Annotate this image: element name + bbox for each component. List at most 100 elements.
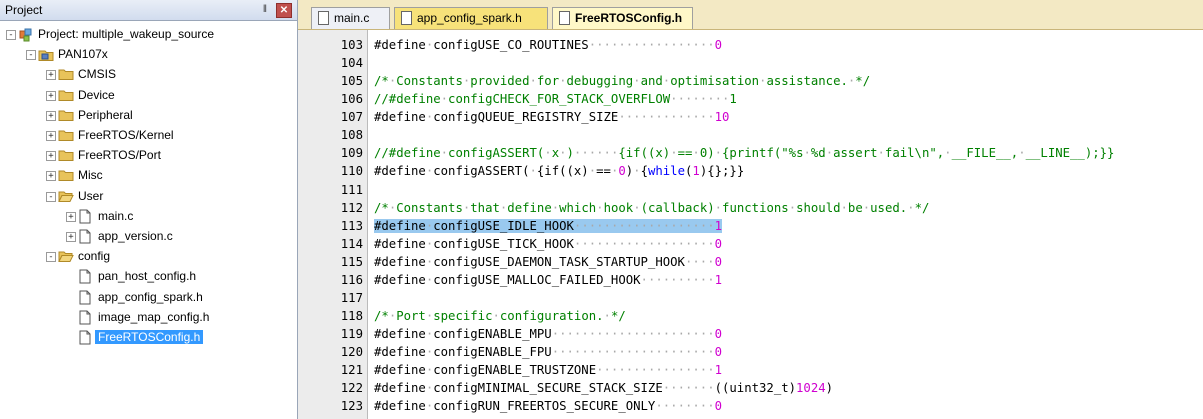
code-line[interactable]: #define·configMINIMAL_SECURE_STACK_SIZE·… [374,381,833,395]
tree-item-label: Device [78,87,115,102]
file-icon [78,290,92,308]
line-number: 122 [340,381,363,396]
tree-item[interactable]: - config [0,247,297,266]
expand-icon[interactable]: + [66,232,76,242]
folder-open-icon [58,189,74,206]
line-number: 121 [340,363,363,378]
line-number: 107 [340,110,363,125]
tree-item-label: app_version.c [98,229,173,243]
tab-app-config-spark-h[interactable]: app_config_spark.h [394,7,548,29]
expand-icon[interactable]: + [66,211,76,222]
collapse-icon[interactable]: - [46,191,56,202]
editor-pane: main.c app_config_spark.h FreeRTOSConfig… [298,0,1203,419]
code-line[interactable]: #define·configENABLE_MPU················… [374,327,722,341]
file-icon [401,11,412,25]
code-line[interactable]: /*·Constants·provided·for·debugging·and·… [374,74,870,88]
collapse-icon[interactable]: - [26,50,36,61]
line-number: 118 [340,309,363,324]
code-line[interactable]: #define·configUSE_DAEMON_TASK_STARTUP_HO… [374,255,722,269]
line-number: 116 [340,272,363,287]
tree-item[interactable]: + FreeRTOS/Port [0,146,297,165]
code-line[interactable]: #define·configUSE_IDLE_HOOK·············… [374,218,723,233]
line-number: 103 [340,38,363,52]
code-line[interactable]: //#define·configASSERT(·x·)······{if((x)… [374,146,1114,160]
line-number: 108 [340,128,363,143]
code-line[interactable]: #define·configQUEUE_REGISTRY_SIZE·······… [374,110,729,124]
expand-icon[interactable]: + [46,131,56,141]
tree-item-label: CMSIS [78,67,117,82]
tree-item[interactable]: image_map_config.h [0,308,297,327]
tree-item-label: FreeRTOS/Kernel [78,128,174,142]
tree-item-label: Project: multiple_wakeup_source [38,27,215,41]
tree-item[interactable]: + Peripheral [0,106,297,125]
code-line[interactable]: /*·Port·specific·configuration.·*/ [374,309,626,323]
code-line[interactable]: /*·Constants·that·define·which·hook·(cal… [374,201,929,215]
tree-item[interactable]: - PAN107x [0,45,297,64]
pin-icon[interactable]: ‖ [259,4,271,16]
tree-item[interactable]: + main.c [0,207,297,226]
file-icon [318,11,329,25]
tree-item[interactable]: pan_host_config.h [0,267,297,286]
tree-item[interactable]: - User [0,187,297,206]
expand-icon[interactable]: + [46,90,56,101]
tree-item-label: image_map_config.h [98,309,210,324]
folder-icon [58,108,74,125]
expand-icon[interactable]: + [46,171,56,182]
expand-icon[interactable]: + [46,70,56,81]
folder-icon [58,168,74,185]
code-line[interactable]: //#define·configCHECK_FOR_STACK_OVERFLOW… [374,92,737,106]
line-number: 115 [340,254,363,269]
tree-item[interactable]: + Device [0,86,297,105]
code-line[interactable]: #define·configENABLE_FPU················… [374,345,722,359]
tree-item-label: Misc [78,168,103,183]
tree-item[interactable]: + CMSIS [0,65,297,84]
project-panel-title: Project [5,3,43,17]
code-line[interactable]: #define·configUSE_TICK_HOOK·············… [374,237,722,251]
file-icon [78,310,92,328]
collapse-icon[interactable]: - [6,30,16,40]
line-number: 111 [340,182,363,197]
tree-item-label: app_config_spark.h [98,289,203,304]
code-line[interactable]: #define·configUSE_CO_ROUTINES···········… [374,38,722,52]
collapse-icon[interactable]: - [46,252,56,263]
folder-open-icon [58,249,74,266]
tree-item[interactable]: app_config_spark.h [0,288,297,307]
tree-item-label: FreeRTOSConfig.h [95,330,204,344]
file-icon [78,330,92,348]
code-line[interactable]: #define·configENABLE_TRUSTZONE··········… [374,363,722,377]
tab-label: app_config_spark.h [417,11,522,25]
tree-item[interactable]: FreeRTOSConfig.h [0,328,297,347]
line-number: 104 [340,56,363,71]
project-panel: Project ‖ ✕ - Project: multiple_wakeup_so… [0,0,298,419]
tab-main-c[interactable]: main.c [311,7,390,29]
line-number: 113 [340,218,363,233]
close-icon[interactable]: ✕ [276,3,292,18]
code-line[interactable]: #define·configASSERT(·{if((x)·==·0)·{whi… [374,164,744,178]
code-line[interactable]: #define·configRUN_FREERTOS_SECURE_ONLY··… [374,399,722,413]
code-line[interactable]: #define·configUSE_MALLOC_FAILED_HOOK····… [374,273,722,287]
line-number: 109 [340,146,363,161]
line-number: 110 [340,164,363,179]
code-editor[interactable]: #define·configUSE_CO_ROUTINES···········… [368,30,1203,419]
tab-label: FreeRTOSConfig.h [575,11,683,25]
line-number: 117 [340,290,363,305]
folder-icon [58,128,74,145]
tree-item-label: main.c [98,208,134,223]
line-number: 112 [340,200,363,215]
editor-tab-bar: main.c app_config_spark.h FreeRTOSConfig… [298,0,1203,30]
expand-icon[interactable]: + [46,151,56,162]
file-icon [78,229,92,247]
tree-item[interactable]: + app_version.c [0,227,297,246]
file-icon [559,11,570,25]
tree-item[interactable]: + FreeRTOS/Kernel [0,126,297,145]
line-number-gutter: 103 104 105 106 107 108 109 110 111 112 113 114 115 1… [298,30,368,419]
tree-item[interactable]: + Misc [0,166,297,185]
line-number: 105 [340,74,363,89]
tree-item-label: PAN107x [58,47,108,62]
tree-item[interactable]: - Project: multiple_wakeup_source [0,25,297,44]
line-number: 120 [340,345,363,360]
expand-icon[interactable]: + [46,110,56,121]
project-icon [18,27,34,45]
tab-freertosconfig-h[interactable]: FreeRTOSConfig.h [552,7,693,29]
tree-item-label: Peripheral [78,107,133,122]
